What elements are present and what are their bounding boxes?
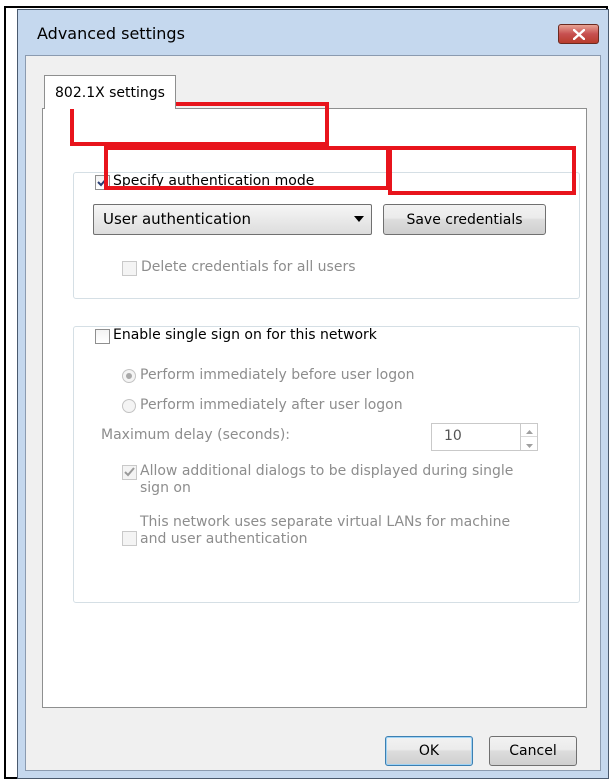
cancel-button[interactable]: Cancel: [489, 736, 577, 766]
separate-vlans-label-line2: and user authentication: [140, 531, 308, 547]
radio-selected-dot: [126, 373, 132, 379]
spin-down-icon: [525, 436, 533, 452]
enable-sso-checkbox[interactable]: [95, 329, 110, 344]
allow-dialogs-label-line2: sign on: [140, 480, 191, 496]
allow-dialogs-checkbox[interactable]: [122, 465, 137, 480]
close-icon: [572, 28, 585, 40]
enable-sso-label: Enable single sign on for this network: [110, 327, 380, 343]
radio-after-logon-label: Perform immediately after user logon: [140, 397, 403, 413]
allow-dialogs-label-line1: Allow additional dialogs to be displayed…: [140, 463, 514, 479]
max-delay-label: Maximum delay (seconds):: [101, 427, 290, 443]
spin-down-button[interactable]: [521, 437, 537, 450]
separate-vlans-label-line1: This network uses separate virtual LANs …: [140, 514, 511, 530]
spinner-buttons: [520, 424, 537, 450]
close-button[interactable]: [558, 24, 599, 44]
checkmark-icon: [124, 465, 135, 481]
max-delay-value: 10: [444, 428, 462, 444]
specify-auth-mode-label: Specify authentication mode: [110, 173, 318, 189]
specify-auth-mode-checkbox[interactable]: [95, 175, 110, 190]
radio-before-logon-label: Perform immediately before user logon: [140, 367, 415, 383]
tab-802-1x-settings[interactable]: 802.1X settings: [44, 75, 176, 109]
advanced-settings-dialog: Advanced settings 802.1X settings Specif…: [17, 9, 609, 779]
save-credentials-button[interactable]: Save credentials: [383, 204, 546, 235]
tab-panel: Specify authentication mode User authent…: [42, 108, 587, 708]
max-delay-spinner[interactable]: 10: [431, 423, 538, 451]
separate-vlans-checkbox[interactable]: [122, 531, 137, 546]
delete-credentials-label: Delete credentials for all users: [141, 259, 356, 275]
delete-credentials-checkbox[interactable]: [122, 261, 137, 276]
auth-mode-dropdown[interactable]: User authentication: [93, 204, 372, 235]
auth-mode-group: [73, 172, 580, 299]
auth-mode-value: User authentication: [103, 210, 252, 228]
radio-after-logon[interactable]: [122, 399, 136, 413]
chevron-down-icon: [354, 216, 364, 222]
checkmark-icon: [97, 175, 108, 191]
radio-before-logon[interactable]: [122, 369, 136, 383]
dialog-client-area: 802.1X settings Specify authentication m…: [25, 55, 601, 771]
ok-button[interactable]: OK: [385, 736, 473, 766]
window-title: Advanced settings: [37, 24, 185, 43]
